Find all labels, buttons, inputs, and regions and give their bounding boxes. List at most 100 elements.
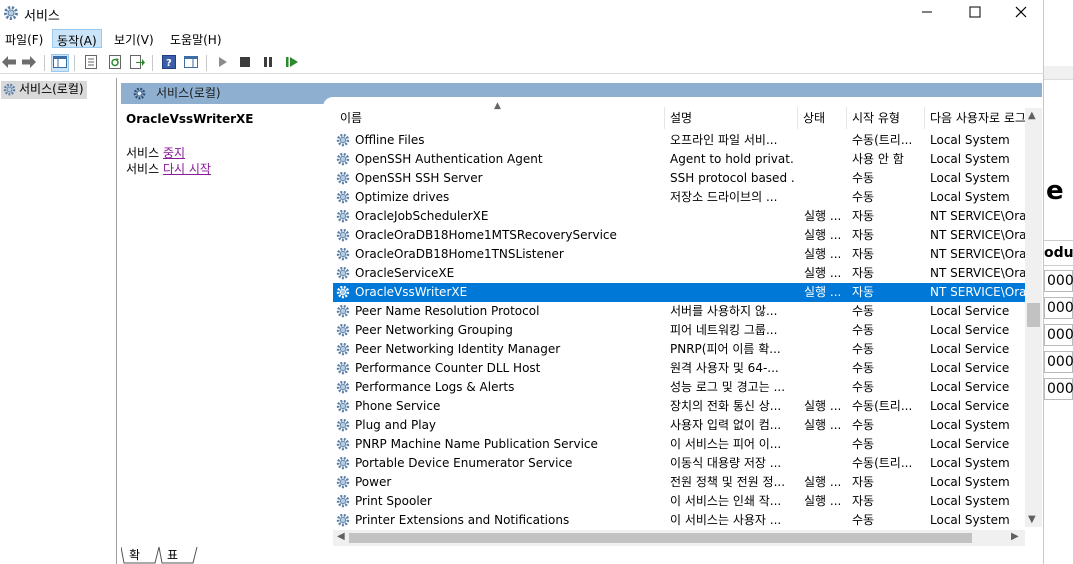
export-list-button[interactable] (128, 54, 146, 72)
show-hide-console-tree-icon (53, 55, 67, 71)
service-status: 실행 ... (804, 228, 842, 242)
close-button[interactable] (998, 0, 1044, 26)
gear-services-icon (2, 82, 17, 102)
service-name: OracleOraDB18Home1MTSRecoveryService (355, 228, 617, 242)
table-row[interactable]: Peer Name Resolution Protocol 서버를 사용하지 않.… (333, 302, 1029, 321)
pause-service-button[interactable] (259, 54, 277, 72)
service-description: SSH protocol based ... (670, 171, 795, 185)
menu-file[interactable]: 파일(F) (1, 29, 47, 48)
service-logon-as: Local System (930, 475, 1010, 489)
menu-help[interactable]: 도움말(H) (166, 29, 226, 48)
service-description: 저장소 드라이브의 ... (670, 190, 778, 204)
table-row[interactable]: Peer Networking Grouping 피어 네트워킹 그룹... 수동 L… (333, 321, 1029, 340)
table-row[interactable]: Plug and Play 사용자 입력 없이 컴... 실행 ... 수동 Local… (333, 416, 1029, 435)
horizontal-scrollbar[interactable]: ◀ ▶ (333, 530, 1025, 546)
scroll-down-icon[interactable]: ▼ (1028, 514, 1036, 525)
stop-service-icon (240, 56, 250, 70)
console-tree: 서비스(로컬) (0, 78, 117, 564)
service-description: 성능 로그 및 경고는 ... (670, 380, 786, 394)
table-row[interactable]: Power 전원 정책 및 전원 정... 실행 ... 자동 Local System (333, 473, 1029, 492)
service-startup-type: 수동 (852, 437, 875, 451)
table-row[interactable]: OracleOraDB18Home1MTSRecoveryService 실행 .… (333, 226, 1029, 245)
tree-item-services-local[interactable]: 서비스(로컬) (1, 81, 87, 99)
table-row[interactable]: Offline Files 오프라인 파일 서비... 수동(트리... Local … (333, 131, 1029, 150)
scroll-up-icon[interactable]: ▲ (1028, 110, 1036, 121)
table-row[interactable]: OpenSSH Authentication Agent Agent to hol… (333, 150, 1029, 169)
menu-action[interactable]: 동작(A) (52, 29, 102, 48)
service-status: 실행 ... (804, 266, 842, 280)
restart-service-prefix: 서비스 (126, 162, 163, 176)
column-header-description[interactable]: 설명 (665, 107, 798, 129)
horizontal-scrollbar-thumb[interactable] (349, 533, 972, 543)
minimize-button[interactable] (904, 0, 950, 26)
service-name: Peer Networking Identity Manager (355, 342, 561, 356)
forward-button[interactable] (20, 54, 38, 72)
scroll-right-icon[interactable]: ▶ (1011, 531, 1019, 542)
restart-service-link[interactable]: 다시 시작 (163, 162, 211, 176)
service-logon-as: Local Service (930, 380, 1010, 394)
column-header-logon-as[interactable]: 다음 사용자로 로그 (925, 107, 1025, 129)
service-name: OpenSSH SSH Server (355, 171, 483, 185)
service-name: Print Spooler (355, 494, 432, 508)
toolbar-separator (44, 55, 45, 71)
table-row[interactable]: Printer Extensions and Notifications 이 서비… (333, 511, 1029, 530)
show-hide-console-tree-button[interactable] (51, 54, 69, 72)
table-row[interactable]: Peer Networking Identity Manager PNRP(피어 … (333, 340, 1029, 359)
column-header-startup-type[interactable]: 시작 유형 (847, 107, 925, 129)
service-startup-type: 자동 (852, 494, 875, 508)
table-row-selected[interactable]: OracleVssWriterXE 실행 ... 자동 NT SERVICE\Orac (333, 283, 1029, 302)
table-row[interactable]: Portable Device Enumerator Service 이동식 대용… (333, 454, 1029, 473)
service-description: 사용자 입력 없이 컴... (670, 418, 782, 432)
table-row[interactable]: Performance Counter DLL Host 원격 사용자 및 64-… (333, 359, 1029, 378)
service-logon-as: NT SERVICE\Orac (930, 247, 1029, 261)
service-logon-as: NT SERVICE\Orac (930, 285, 1029, 299)
properties-button[interactable] (82, 54, 100, 72)
service-description: 장치의 전화 통신 상... (670, 399, 782, 413)
tab-standard[interactable]: 표준 (163, 546, 182, 564)
menu-view[interactable]: 보기(V) (110, 29, 158, 48)
title-bar[interactable]: 서비스 (0, 0, 1044, 26)
column-header-status[interactable]: 상태 (798, 107, 847, 129)
table-row[interactable]: OracleOraDB18Home1TNSListener 실행 ... 자동 NT … (333, 245, 1029, 264)
back-button[interactable] (0, 54, 18, 72)
maximize-button[interactable] (952, 0, 998, 26)
service-startup-type: 수동 (852, 323, 875, 337)
selected-service-name: OracleVssWriterXE (126, 112, 254, 126)
service-startup-type: 자동 (852, 266, 875, 280)
service-startup-type: 수동 (852, 380, 875, 394)
table-row[interactable]: Optimize drives 저장소 드라이브의 ... 수동 Local Syst… (333, 188, 1029, 207)
restart-service-button[interactable] (283, 54, 301, 72)
background-window-cell: 000 (1044, 378, 1073, 400)
service-startup-type: 수동(트리... (852, 399, 913, 413)
refresh-button[interactable] (106, 54, 124, 72)
service-status: 실행 ... (804, 209, 842, 223)
table-row[interactable]: Print Spooler 이 서비스는 인쇄 작... 실행 ... 자동 Local… (333, 492, 1029, 511)
table-row[interactable]: PNRP Machine Name Publication Service 이 서… (333, 435, 1029, 454)
service-name: Optimize drives (355, 190, 450, 204)
help-button[interactable]: ? (160, 54, 178, 72)
service-logon-as: Local Service (930, 342, 1010, 356)
table-row[interactable]: OracleJobSchedulerXE 실행 ... 자동 NT SERVICE\O… (333, 207, 1029, 226)
vertical-scrollbar[interactable]: ▲ ▼ (1025, 108, 1042, 527)
stop-service-button[interactable] (236, 54, 254, 72)
stop-service-link[interactable]: 중지 (163, 146, 185, 160)
table-row[interactable]: OracleServiceXE 실행 ... 자동 NT SERVICE\Orac (333, 264, 1029, 283)
service-description: 전원 정책 및 전원 정... (670, 475, 786, 489)
service-startup-type: 자동 (852, 228, 875, 242)
help-icon: ? (162, 54, 176, 72)
start-service-button[interactable] (214, 54, 232, 72)
show-hide-action-pane-button[interactable] (182, 54, 200, 72)
tree-item-label: 서비스(로컬) (19, 82, 84, 96)
service-description: PNRP(피어 이름 확... (670, 342, 781, 356)
service-startup-type: 수동 (852, 361, 875, 375)
service-name: Performance Counter DLL Host (355, 361, 541, 375)
table-row[interactable]: Phone Service 장치의 전화 통신 상... 실행 ... 수동(트리..… (333, 397, 1029, 416)
scroll-left-icon[interactable]: ◀ (337, 531, 345, 542)
table-row[interactable]: OpenSSH SSH Server SSH protocol based ...… (333, 169, 1029, 188)
vertical-scrollbar-thumb[interactable] (1027, 303, 1040, 327)
service-logon-as: Local System (930, 190, 1010, 204)
toolbar-separator (152, 55, 153, 71)
service-description: 원격 사용자 및 64-... (670, 361, 779, 375)
table-row[interactable]: Performance Logs & Alerts 성능 로그 및 경고는 ...… (333, 378, 1029, 397)
tab-extended[interactable]: 확장 (125, 546, 144, 564)
